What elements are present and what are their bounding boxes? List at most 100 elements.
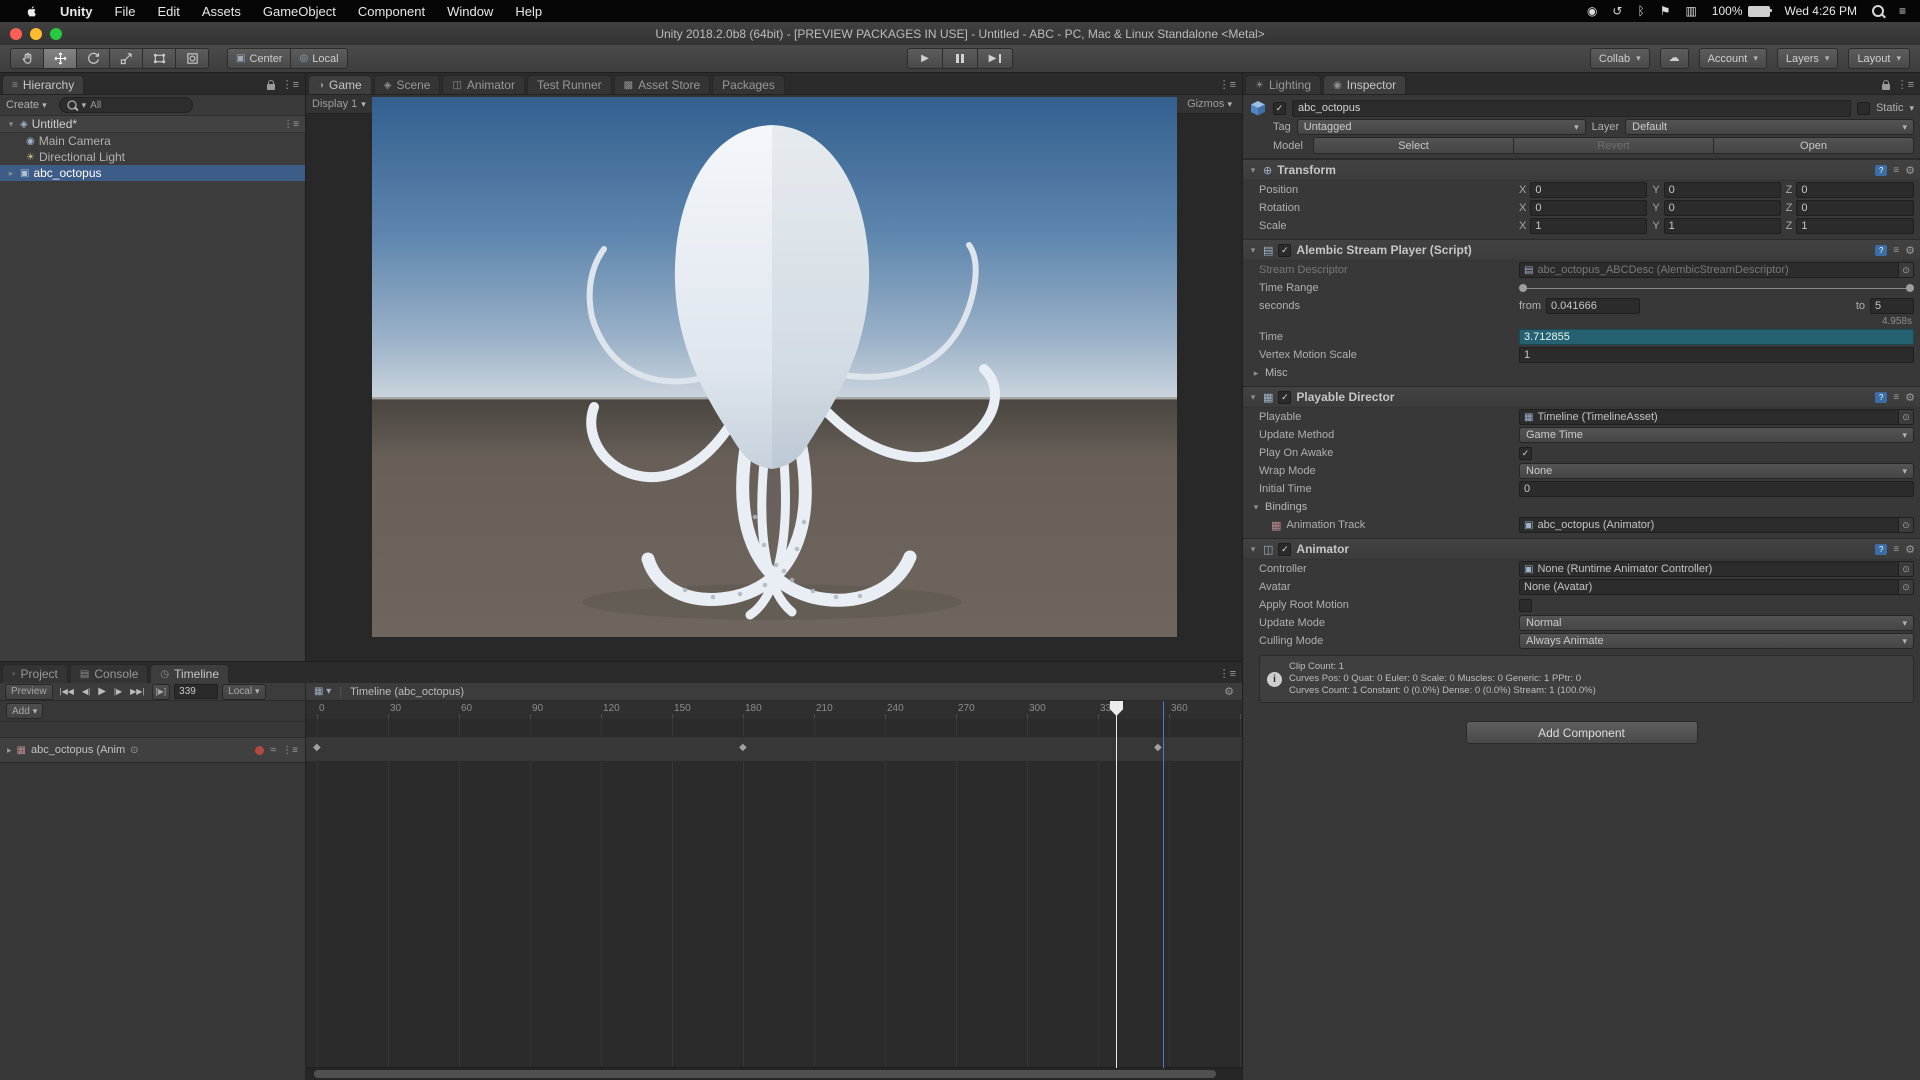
animator-header[interactable]: ▾ ◫ Animator ? ≡ ⚙ [1243,538,1920,560]
menu-help[interactable]: Help [504,4,553,19]
scale-x-field[interactable]: 1 [1530,218,1647,234]
object-picker-icon[interactable]: ⊙ [1898,518,1913,532]
panel-menu-icon[interactable]: ⋮≡ [1219,667,1236,680]
wrap-mode-dropdown[interactable]: None▾ [1519,463,1914,479]
timeline-ruler[interactable]: 0 30 60 90 120 150 180 210 240 270 300 3… [306,701,1242,720]
component-enabled-checkbox[interactable] [1278,244,1291,257]
preset-icon[interactable]: ≡ [1893,544,1899,555]
hierarchy-item-abc-octopus[interactable]: ▸ ▣ abc_octopus [0,165,305,181]
timeline-asset-icon[interactable]: ▦ ▾ [314,687,331,697]
update-method-dropdown[interactable]: Game Time▾ [1519,427,1914,443]
from-field[interactable]: 0.041666 [1546,298,1640,314]
time-machine-icon[interactable]: ↺ [1612,5,1622,17]
display-dropdown[interactable]: Display 1▾ [312,98,366,110]
pivot-center-button[interactable]: ▣ Center [227,48,291,69]
tab-scene[interactable]: ◈Scene [374,75,441,94]
tab-console[interactable]: ▤Console [70,664,148,683]
preview-toggle-button[interactable]: Preview [5,684,53,700]
foldout-icon[interactable]: ▸ [6,168,16,179]
scale-z-field[interactable]: 1 [1796,218,1914,234]
controller-field[interactable]: ▣ None (Runtime Animator Controller) ⊙ [1519,561,1914,577]
component-enabled-checkbox[interactable] [1278,391,1291,404]
cloud-button[interactable]: ☁ [1660,48,1689,69]
gizmos-dropdown[interactable]: Gizmos ▾ [1183,97,1236,111]
gear-icon[interactable]: ⚙ [1905,244,1915,257]
tab-asset-store[interactable]: ▩Asset Store [614,75,710,94]
add-component-button[interactable]: Add Component [1466,721,1698,744]
move-tool-button[interactable] [44,48,77,69]
misc-foldout[interactable]: ▸ Misc [1243,364,1920,382]
animation-track-header[interactable]: ▸ ▦ abc_octopus (Anim ⊙ ≈ ⋮≡ [0,737,305,763]
scale-y-field[interactable]: 1 [1664,218,1781,234]
rect-tool-button[interactable] [143,48,176,69]
to-field[interactable]: 5 [1870,298,1914,314]
curves-toggle-icon[interactable]: ≈ [270,744,276,756]
vertex-motion-scale-field[interactable]: 1 [1519,347,1914,363]
hierarchy-item-directional-light[interactable]: ☀ Directional Light [0,149,305,165]
transform-header[interactable]: ▾ ⊕ Transform ? ≡ ⚙ [1243,159,1920,181]
preset-icon[interactable]: ≡ [1893,392,1899,403]
menu-file[interactable]: File [104,4,147,19]
time-range-slider[interactable] [1519,281,1914,295]
battery-indicator[interactable]: 100% [1712,4,1770,18]
culling-mode-dropdown[interactable]: Always Animate▾ [1519,633,1914,649]
display-icon[interactable]: ▥ [1685,5,1696,17]
rotation-x-field[interactable]: 0 [1530,200,1647,216]
time-field[interactable]: 3.712855 [1519,329,1914,345]
rotation-y-field[interactable]: 0 [1664,200,1781,216]
menu-unity[interactable]: Unity [49,4,104,19]
object-picker-icon[interactable]: ⊙ [1898,410,1913,424]
avatar-field[interactable]: None (Avatar) ⊙ [1519,579,1914,595]
preset-icon[interactable]: ≡ [1893,165,1899,176]
position-x-field[interactable]: 0 [1530,182,1647,198]
play-button[interactable]: ▶ [907,48,943,69]
animation-track-lane[interactable]: ◆ ◆ ◆ [306,736,1242,762]
account-dropdown[interactable]: Account▾ [1699,48,1767,69]
tab-project[interactable]: ▫Project [2,664,68,683]
lock-icon[interactable] [267,84,275,90]
bluetooth-icon[interactable]: ᛒ [1637,5,1644,17]
previous-frame-button[interactable]: ◀| [79,685,93,698]
foldout-icon[interactable]: ▾ [1248,544,1258,555]
static-dropdown-arrow-icon[interactable]: ▾ [1909,103,1914,114]
layer-dropdown[interactable]: Default▾ [1625,119,1914,135]
pivot-local-button[interactable]: ◎ Local [291,48,347,69]
track-object-picker-icon[interactable]: ⊙ [130,745,138,756]
hierarchy-item-main-camera[interactable]: ◉ Main Camera [0,133,305,149]
timeline-clip-area[interactable]: 0 30 60 90 120 150 180 210 240 270 300 3… [306,701,1242,1080]
add-track-button[interactable]: Add▾ [6,703,43,719]
step-button[interactable]: ▶ [978,48,1013,69]
object-picker-icon[interactable]: ⊙ [1898,263,1913,277]
layout-dropdown[interactable]: Layout▾ [1848,48,1910,69]
scene-row[interactable]: ▾ ◈ Untitled* ⋮≡ [0,116,305,133]
menu-edit[interactable]: Edit [146,4,190,19]
timeline-settings-gear-icon[interactable]: ⚙ [1224,685,1234,698]
initial-time-field[interactable]: 0 [1519,481,1914,497]
menu-window[interactable]: Window [436,4,504,19]
menu-gameobject[interactable]: GameObject [252,4,347,19]
keyframe-icon[interactable]: ◆ [1154,742,1162,753]
slider-min-handle[interactable] [1519,284,1527,292]
apple-icon[interactable] [14,5,49,18]
foldout-icon[interactable]: ▾ [6,119,16,130]
ref-mode-dropdown[interactable]: Local▾ [222,684,265,700]
name-field[interactable]: abc_octopus [1292,100,1851,117]
frame-field[interactable]: 339 [174,684,218,699]
help-icon[interactable]: ? [1875,544,1887,555]
scrollbar-thumb[interactable] [314,1070,1216,1078]
tab-animator[interactable]: ◫Animator [442,75,524,94]
input-source-icon[interactable]: ⚑ [1660,5,1671,17]
go-to-start-button[interactable]: |◀◀ [57,685,77,698]
close-window-button[interactable] [10,28,22,40]
tab-timeline[interactable]: ◷Timeline [150,664,229,683]
apply-root-motion-checkbox[interactable] [1519,599,1532,612]
help-icon[interactable]: ? [1875,165,1887,176]
timeline-horizontal-scrollbar[interactable] [306,1067,1242,1080]
transform-tool-button[interactable] [176,48,209,69]
foldout-icon[interactable]: ▾ [1248,392,1258,403]
help-icon[interactable]: ? [1875,392,1887,403]
hierarchy-search-input[interactable]: ▾ All [59,97,193,113]
spotlight-icon[interactable] [1872,5,1884,17]
lock-icon[interactable] [1882,84,1890,90]
layers-dropdown[interactable]: Layers▾ [1777,48,1839,69]
